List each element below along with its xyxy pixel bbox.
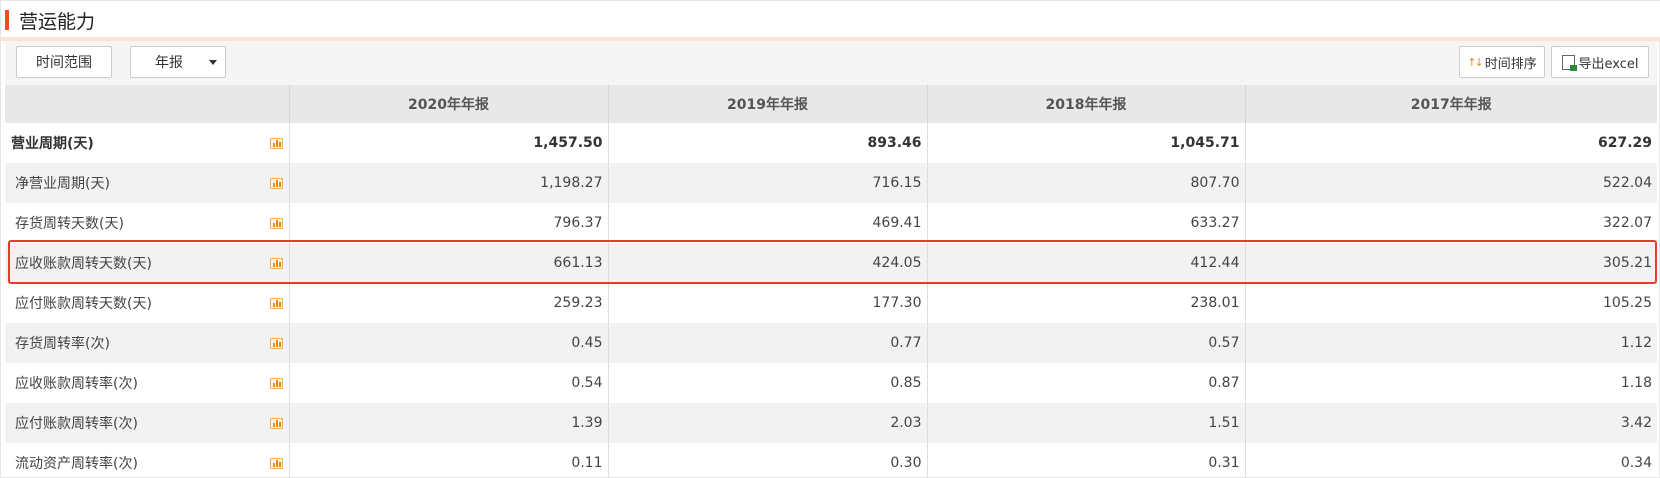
title-accent-bar bbox=[5, 10, 9, 30]
table-row: 应收账款周转率(次) 0.54 0.85 0.87 1.18 bbox=[5, 363, 1657, 403]
row-label-cell: 流动资产周转率(次) bbox=[5, 443, 290, 478]
row-label-cell: 应收账款周转率(次) bbox=[5, 363, 290, 403]
value-cell: 0.45 bbox=[289, 323, 609, 363]
time-range-label: 时间范围 bbox=[36, 55, 92, 71]
export-excel-button[interactable]: 导出excel bbox=[1551, 46, 1649, 78]
value-cell: 3.42 bbox=[1245, 403, 1657, 443]
value-cell: 322.07 bbox=[1603, 215, 1652, 231]
toolbar: 时间范围 年报 ↑↓ 时间排序 导出excel bbox=[5, 41, 1657, 85]
value-cell: 1,045.71 bbox=[927, 123, 1246, 163]
row-label: 流动资产周转率(次) bbox=[15, 456, 138, 472]
row-label: 营业周期(天) bbox=[11, 136, 94, 152]
row-label-cell: 应付账款周转天数(天) bbox=[5, 283, 290, 323]
export-excel-label: 导出excel bbox=[1578, 56, 1639, 72]
value-cell: 796.37 bbox=[289, 203, 609, 243]
value-cell: 0.57 bbox=[927, 323, 1246, 363]
value-cell: 807.70 bbox=[927, 163, 1246, 203]
bar-chart-icon[interactable] bbox=[269, 218, 283, 229]
value-cell: 0.77 bbox=[608, 323, 928, 363]
table-row: 存货周转天数(天) 796.37 469.41 633.27 322.07 bbox=[5, 203, 1657, 243]
value-cell: 412.44 bbox=[927, 243, 1246, 283]
value-cell: 1,198.27 bbox=[289, 163, 609, 203]
value-cell: 1.12 bbox=[1245, 323, 1657, 363]
bar-chart-icon[interactable] bbox=[269, 258, 283, 269]
table-row: 净营业周期(天) 1,198.27 716.15 807.70 522.04 bbox=[5, 163, 1657, 203]
table-header-row: 2020年年报 2019年年报 2018年年报 2017年年报 bbox=[5, 85, 1657, 123]
excel-file-icon bbox=[1561, 54, 1577, 71]
table-row: 存货周转率(次) 0.45 0.77 0.57 1.12 bbox=[5, 323, 1657, 363]
bar-chart-icon[interactable] bbox=[269, 178, 283, 189]
value-cell: 716.15 bbox=[608, 163, 928, 203]
bar-chart-icon[interactable] bbox=[269, 418, 283, 429]
column-header-2018[interactable]: 2018年年报 bbox=[927, 85, 1246, 123]
value-cell: 469.41 bbox=[608, 203, 928, 243]
value-cell: 1.18 bbox=[1620, 375, 1652, 391]
row-label: 应收账款周转率(次) bbox=[15, 376, 138, 392]
value-cell: 627.29 bbox=[1597, 135, 1652, 151]
caret-down-icon bbox=[209, 60, 217, 65]
value-cell: 0.85 bbox=[608, 363, 928, 403]
value-cell: 305.21 bbox=[1245, 243, 1657, 283]
row-label: 存货周转率(次) bbox=[15, 336, 110, 352]
value-cell: 633.27 bbox=[927, 203, 1246, 243]
section-title: 营运能力 bbox=[19, 11, 96, 33]
value-cell: 238.01 bbox=[927, 283, 1246, 323]
operating-capability-panel: 营运能力 时间范围 年报 ↑↓ 时间排序 导出excel 2020年年报 201… bbox=[0, 0, 1660, 478]
time-sort-button[interactable]: ↑↓ 时间排序 bbox=[1459, 46, 1545, 78]
table-row: 应付账款周转率(次) 1.39 2.03 1.51 3.42 bbox=[5, 403, 1657, 443]
operating-capability-table: 2020年年报 2019年年报 2018年年报 2017年年报 营业周期(天) … bbox=[5, 85, 1657, 478]
value-cell: 522.04 bbox=[1245, 163, 1657, 203]
report-type-value: 年报 bbox=[155, 55, 183, 71]
row-label: 应付账款周转率(次) bbox=[15, 416, 138, 432]
row-label: 存货周转天数(天) bbox=[15, 216, 124, 232]
value-cell: 0.31 bbox=[927, 443, 1246, 478]
bar-chart-icon[interactable] bbox=[269, 458, 283, 469]
row-label-cell: 存货周转天数(天) bbox=[5, 203, 290, 243]
value-cell: 0.87 bbox=[927, 363, 1246, 403]
value-cell: 0.11 bbox=[289, 443, 609, 478]
table-row: 营业周期(天) 1,457.50 893.46 1,045.71 627.29 bbox=[5, 123, 1657, 163]
value-cell: 1.51 bbox=[927, 403, 1246, 443]
value-cell: 0.30 bbox=[608, 443, 928, 478]
row-label: 净营业周期(天) bbox=[15, 176, 110, 192]
table-row-highlighted: 应收账款周转天数(天) 661.13 424.05 412.44 305.21 bbox=[5, 243, 1657, 283]
time-range-button[interactable]: 时间范围 bbox=[16, 46, 112, 78]
row-label-cell: 应收账款周转天数(天) bbox=[5, 243, 290, 283]
value-cell: 0.54 bbox=[289, 363, 609, 403]
column-header-2019[interactable]: 2019年年报 bbox=[608, 85, 928, 123]
bar-chart-icon[interactable] bbox=[269, 138, 283, 149]
column-header-label bbox=[5, 85, 290, 123]
bar-chart-icon[interactable] bbox=[269, 378, 283, 389]
time-sort-label: 时间排序 bbox=[1484, 56, 1537, 72]
row-label-cell: 营业周期(天) bbox=[5, 123, 290, 163]
bar-chart-icon[interactable] bbox=[269, 298, 283, 309]
table-row: 应付账款周转天数(天) 259.23 177.30 238.01 105.25 bbox=[5, 283, 1657, 323]
value-cell: 1.39 bbox=[289, 403, 609, 443]
value-cell: 259.23 bbox=[289, 283, 609, 323]
value-cell: 0.34 bbox=[1620, 455, 1652, 471]
section-header: 营运能力 bbox=[1, 1, 1660, 37]
bar-chart-icon[interactable] bbox=[269, 338, 283, 349]
row-label: 应收账款周转天数(天) bbox=[15, 256, 152, 272]
column-header-2020[interactable]: 2020年年报 bbox=[289, 85, 609, 123]
value-cell: 661.13 bbox=[289, 243, 609, 283]
value-cell: 177.30 bbox=[608, 283, 928, 323]
sort-arrows-icon: ↑↓ bbox=[1467, 55, 1484, 69]
value-cell: 2.03 bbox=[608, 403, 928, 443]
table-row: 流动资产周转率(次) 0.11 0.30 0.31 0.34 bbox=[5, 443, 1657, 478]
value-cell: 105.25 bbox=[1603, 295, 1652, 311]
value-cell: 1,457.50 bbox=[289, 123, 609, 163]
row-label: 应付账款周转天数(天) bbox=[15, 296, 152, 312]
row-label-cell: 净营业周期(天) bbox=[5, 163, 290, 203]
column-header-2017[interactable]: 2017年年报 bbox=[1245, 85, 1657, 123]
row-label-cell: 存货周转率(次) bbox=[5, 323, 290, 363]
report-type-select[interactable]: 年报 bbox=[130, 46, 226, 78]
row-label-cell: 应付账款周转率(次) bbox=[5, 403, 290, 443]
value-cell: 893.46 bbox=[608, 123, 928, 163]
value-cell: 424.05 bbox=[608, 243, 928, 283]
